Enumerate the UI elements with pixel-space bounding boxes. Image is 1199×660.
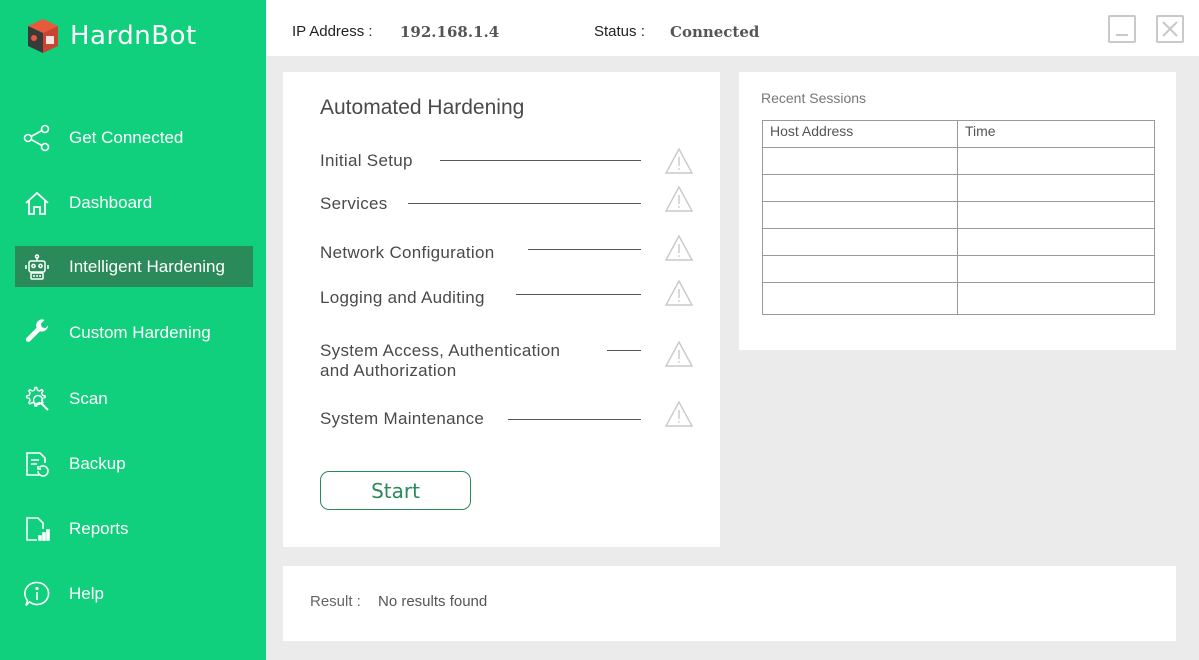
status-label: Status : bbox=[594, 23, 645, 40]
sidebar-item-label: Get Connected bbox=[69, 127, 184, 147]
report-chart-icon bbox=[22, 514, 52, 544]
sidebar-item-dashboard[interactable]: Dashboard bbox=[15, 182, 253, 223]
app-name: HardnBot bbox=[70, 21, 197, 51]
recent-sessions-title: Recent Sessions bbox=[761, 90, 867, 106]
ip-address-label: IP Address : bbox=[292, 23, 373, 40]
time-cell bbox=[957, 255, 1155, 283]
status-value: Connected bbox=[670, 23, 760, 41]
sidebar-item-label: Help bbox=[69, 583, 104, 603]
warning-icon bbox=[664, 234, 694, 262]
warning-icon bbox=[664, 279, 694, 307]
top-bar: IP Address : 192.168.1.4 Status : Connec… bbox=[266, 0, 1199, 56]
sidebar: HardnBot Get Connected Dashboard Intelli… bbox=[0, 0, 266, 660]
step-system-access-line1: System Access, Authentication bbox=[320, 341, 561, 360]
minimize-button[interactable] bbox=[1108, 15, 1136, 43]
table-row[interactable] bbox=[762, 282, 1155, 315]
step-connector-line bbox=[516, 294, 641, 295]
column-header-host-address: Host Address bbox=[762, 120, 958, 148]
table-row[interactable] bbox=[762, 174, 1155, 202]
host-address-cell bbox=[762, 228, 958, 256]
step-connector-line bbox=[607, 350, 641, 351]
sidebar-item-label: Reports bbox=[69, 518, 129, 538]
step-logging-and-auditing: Logging and Auditing bbox=[320, 288, 485, 307]
close-button[interactable] bbox=[1156, 15, 1184, 43]
recent-sessions-panel: Recent Sessions Host Address Time bbox=[739, 72, 1176, 350]
app-logo: HardnBot bbox=[24, 16, 197, 56]
sidebar-item-label: Scan bbox=[69, 388, 108, 408]
panel-title: Automated Hardening bbox=[320, 96, 525, 119]
sidebar-item-label: Custom Hardening bbox=[69, 322, 211, 342]
recent-sessions-table: Host Address Time bbox=[762, 120, 1155, 315]
time-cell bbox=[957, 282, 1155, 315]
step-system-maintenance: System Maintenance bbox=[320, 409, 485, 428]
hardnbot-logo-icon bbox=[28, 19, 58, 53]
host-address-cell bbox=[762, 147, 958, 175]
column-header-time: Time bbox=[957, 120, 1155, 148]
sidebar-item-get-connected[interactable]: Get Connected bbox=[15, 117, 253, 158]
robot-icon bbox=[22, 252, 52, 282]
sidebar-item-backup[interactable]: Backup bbox=[15, 443, 253, 484]
table-row[interactable] bbox=[762, 255, 1155, 283]
time-cell bbox=[957, 174, 1155, 202]
warning-icon bbox=[664, 147, 694, 175]
step-system-access-line2: and Authorization bbox=[320, 361, 457, 380]
host-address-cell bbox=[762, 201, 958, 229]
info-icon bbox=[22, 579, 52, 609]
sidebar-item-intelligent-hardening[interactable]: Intelligent Hardening bbox=[15, 246, 253, 287]
result-value: No results found bbox=[378, 593, 488, 610]
result-panel: Result : No results found bbox=[283, 566, 1176, 641]
host-address-cell bbox=[762, 282, 958, 315]
share-nodes-icon bbox=[22, 123, 52, 153]
time-cell bbox=[957, 201, 1155, 229]
backup-document-icon bbox=[22, 449, 52, 479]
warning-icon bbox=[664, 185, 694, 213]
start-button[interactable]: Start bbox=[320, 471, 471, 510]
table-header-row: Host Address Time bbox=[762, 120, 1155, 148]
time-cell bbox=[957, 228, 1155, 256]
step-connector-line bbox=[440, 160, 641, 161]
wrench-icon bbox=[22, 318, 52, 348]
sidebar-item-custom-hardening[interactable]: Custom Hardening bbox=[15, 312, 253, 353]
sidebar-item-reports[interactable]: Reports bbox=[15, 508, 253, 549]
step-initial-setup: Initial Setup bbox=[320, 151, 413, 170]
step-services: Services bbox=[320, 194, 388, 213]
warning-icon bbox=[664, 400, 694, 428]
sidebar-item-label: Intelligent Hardening bbox=[69, 256, 225, 276]
host-address-cell bbox=[762, 174, 958, 202]
sidebar-item-help[interactable]: Help bbox=[15, 573, 253, 614]
table-row[interactable] bbox=[762, 147, 1155, 175]
step-network-configuration: Network Configuration bbox=[320, 243, 495, 262]
table-row[interactable] bbox=[762, 201, 1155, 229]
minimize-icon bbox=[1116, 34, 1128, 36]
time-cell bbox=[957, 147, 1155, 175]
sidebar-item-scan[interactable]: Scan bbox=[15, 378, 253, 419]
warning-icon bbox=[664, 340, 694, 368]
ip-address-value: 192.168.1.4 bbox=[400, 23, 500, 41]
automated-hardening-panel: Automated Hardening Initial Setup Servic… bbox=[283, 72, 720, 547]
sidebar-item-label: Dashboard bbox=[69, 192, 153, 212]
step-connector-line bbox=[508, 419, 641, 420]
close-icon bbox=[1162, 21, 1178, 37]
host-address-cell bbox=[762, 255, 958, 283]
table-row[interactable] bbox=[762, 228, 1155, 256]
step-connector-line bbox=[528, 249, 641, 250]
result-label: Result : bbox=[310, 593, 361, 610]
home-icon bbox=[22, 188, 52, 218]
gear-search-icon bbox=[22, 384, 52, 414]
step-connector-line bbox=[408, 203, 641, 204]
sidebar-item-label: Backup bbox=[69, 453, 126, 473]
